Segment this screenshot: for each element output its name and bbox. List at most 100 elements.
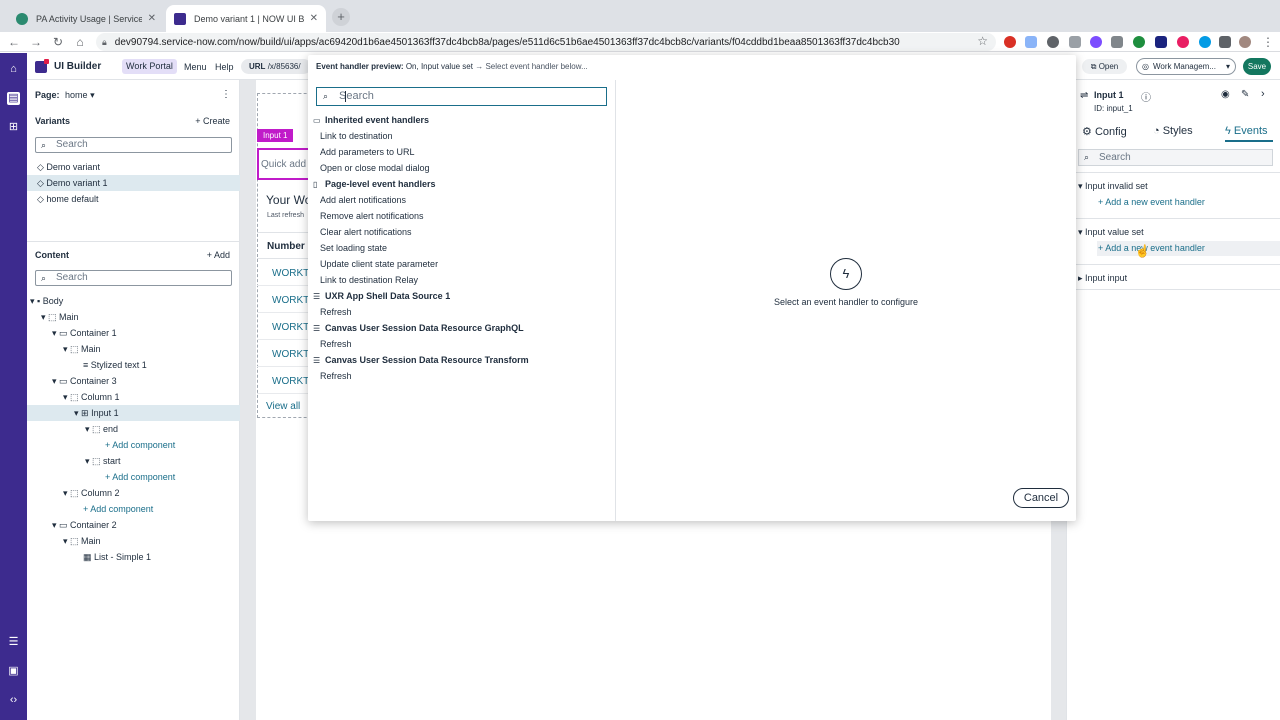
event-input-input[interactable]: ▸ Input input: [1078, 273, 1127, 284]
extension-icon[interactable]: [1025, 36, 1037, 48]
puzzle-icon[interactable]: [1219, 36, 1231, 48]
kebab-menu-icon[interactable]: ⋮: [221, 89, 231, 100]
tree-item[interactable]: ▾ ⬚ start: [27, 453, 240, 469]
open-button[interactable]: ⧉ Open: [1082, 59, 1127, 74]
page-selector[interactable]: Page: home ▾: [35, 90, 95, 101]
variant-item[interactable]: ◇ home default: [27, 191, 240, 207]
back-arrow-icon[interactable]: ←: [6, 34, 22, 50]
tree-item[interactable]: ▾ ▭ Container 3: [27, 373, 240, 389]
handler-item[interactable]: Update client state parameter: [320, 259, 438, 269]
caret-down-icon[interactable]: ▾: [63, 536, 70, 546]
create-variant-button[interactable]: + Create: [195, 116, 230, 126]
caret-down-icon[interactable]: ▾: [63, 392, 70, 402]
handler-item[interactable]: Remove alert notifications: [320, 211, 424, 221]
close-tab-icon[interactable]: ✕: [310, 13, 318, 24]
handler-item[interactable]: Link to destination Relay: [320, 275, 418, 285]
close-tab-icon[interactable]: ✕: [148, 13, 156, 24]
caret-down-icon[interactable]: ▾: [74, 408, 81, 418]
extension-icon[interactable]: [1111, 36, 1123, 48]
help-link[interactable]: Help: [215, 62, 234, 72]
extension-icon[interactable]: [1069, 36, 1081, 48]
caret-down-icon[interactable]: ▾: [63, 344, 70, 354]
handler-item[interactable]: Refresh: [320, 371, 352, 381]
variant-item[interactable]: ◇ Demo variant: [27, 159, 240, 175]
caret-down-icon[interactable]: ▾: [63, 488, 70, 498]
chevron-right-icon[interactable]: ›: [1261, 88, 1265, 100]
home-icon[interactable]: ⌂: [7, 63, 20, 76]
handler-item[interactable]: Open or close modal dialog: [320, 163, 430, 173]
variants-search-input[interactable]: ⌕ Search: [35, 137, 232, 153]
add-component-button[interactable]: + Add component: [27, 469, 240, 485]
code-icon[interactable]: ‹›: [7, 694, 20, 707]
handler-item[interactable]: Refresh: [320, 339, 352, 349]
selected-component-tag[interactable]: Input 1: [257, 129, 294, 142]
pencil-icon[interactable]: ✎: [1241, 89, 1249, 100]
handler-item[interactable]: Link to destination: [320, 131, 393, 141]
handler-item[interactable]: Set loading state: [320, 243, 387, 253]
home-icon[interactable]: ⌂: [72, 34, 88, 50]
pages-icon[interactable]: ▤: [7, 92, 20, 105]
handler-item[interactable]: Add alert notifications: [320, 195, 406, 205]
components-icon[interactable]: ⊞: [7, 121, 20, 134]
new-tab-icon[interactable]: +: [332, 8, 350, 26]
caret-down-icon[interactable]: ▾: [41, 312, 48, 322]
profile-avatar[interactable]: [1239, 36, 1251, 48]
tree-item[interactable]: ▾ ⬚ Main: [27, 341, 240, 357]
caret-down-icon[interactable]: ▾: [52, 376, 59, 386]
extension-icon[interactable]: [1155, 36, 1167, 48]
data-icon[interactable]: ☰: [7, 636, 20, 649]
extension-icon[interactable]: [1199, 36, 1211, 48]
extension-icon[interactable]: [1047, 36, 1059, 48]
extension-icon[interactable]: [1133, 36, 1145, 48]
tab-events[interactable]: ϟ Events: [1225, 125, 1268, 137]
reload-icon[interactable]: ↻: [50, 34, 66, 50]
view-all-link[interactable]: View all: [266, 401, 300, 412]
caret-down-icon[interactable]: ▾: [52, 520, 59, 530]
caret-down-icon[interactable]: ▾: [30, 296, 37, 306]
handler-item[interactable]: Add parameters to URL: [320, 147, 415, 157]
variant-item[interactable]: ◇ Demo variant 1: [27, 175, 240, 191]
tab-config[interactable]: ⚙ Config: [1082, 125, 1127, 138]
portal-badge[interactable]: Work Portal: [122, 59, 177, 74]
save-button[interactable]: Save: [1243, 58, 1271, 75]
event-input-value-set[interactable]: ▾ Input value set: [1078, 227, 1144, 238]
eye-icon[interactable]: ◉: [1221, 89, 1230, 100]
content-search-input[interactable]: ⌕ Search: [35, 270, 232, 286]
bookmark-star-icon[interactable]: ☆: [977, 34, 988, 48]
browser-menu-icon[interactable]: ⋮: [1260, 34, 1276, 50]
forward-arrow-icon[interactable]: →: [28, 34, 44, 50]
add-event-handler-button[interactable]: + Add a new event handler: [1098, 243, 1205, 253]
extension-icon[interactable]: [1177, 36, 1189, 48]
caret-down-icon[interactable]: ▾: [85, 424, 92, 434]
tree-item[interactable]: ▾ ⊞ Input 1: [27, 405, 240, 421]
settings-icon[interactable]: ▣: [7, 665, 20, 678]
add-content-button[interactable]: + Add: [207, 250, 230, 260]
menu-link[interactable]: Menu: [184, 62, 207, 72]
tree-item[interactable]: ▾ ⬚ Main: [27, 309, 240, 325]
events-search-input[interactable]: ⌕ Search: [1078, 149, 1273, 166]
add-component-button[interactable]: + Add component: [27, 437, 240, 453]
tree-item[interactable]: ▾ ▭ Container 2: [27, 517, 240, 533]
tree-item[interactable]: ▾ ⬚ Column 1: [27, 389, 240, 405]
cancel-button[interactable]: Cancel: [1013, 488, 1069, 508]
tree-item[interactable]: ▾ ⬚ Main: [27, 533, 240, 549]
add-event-handler-button[interactable]: + Add a new event handler: [1098, 197, 1205, 207]
tree-item[interactable]: ▾ ▪ Body: [27, 293, 240, 309]
workspace-selector[interactable]: ◎ Work Managem... ▾: [1136, 58, 1236, 75]
handler-item[interactable]: Clear alert notifications: [320, 227, 412, 237]
url-field[interactable]: 🔒︎ dev90794.service-now.com/now/build/ui…: [96, 33, 996, 51]
tree-item[interactable]: ≡ Stylized text 1: [27, 357, 240, 373]
add-component-button[interactable]: + Add component: [27, 501, 240, 517]
handler-item[interactable]: Refresh: [320, 307, 352, 317]
tree-item[interactable]: ▾ ⬚ Column 2: [27, 485, 240, 501]
tree-item[interactable]: ▦ List - Simple 1: [27, 549, 240, 565]
extension-icon[interactable]: [1090, 36, 1102, 48]
info-icon[interactable]: ⓘ: [1141, 89, 1151, 104]
handler-search-input[interactable]: ⌕ Search: [316, 87, 607, 106]
browser-tab-active[interactable]: Demo variant 1 | NOW UI Builder ✕: [166, 5, 326, 32]
caret-down-icon[interactable]: ▾: [52, 328, 59, 338]
extension-icon[interactable]: [1004, 36, 1016, 48]
tree-item[interactable]: ▾ ▭ Container 1: [27, 325, 240, 341]
tree-item[interactable]: ▾ ⬚ end: [27, 421, 240, 437]
tab-styles[interactable]: ◔ Styles: [1153, 125, 1193, 137]
